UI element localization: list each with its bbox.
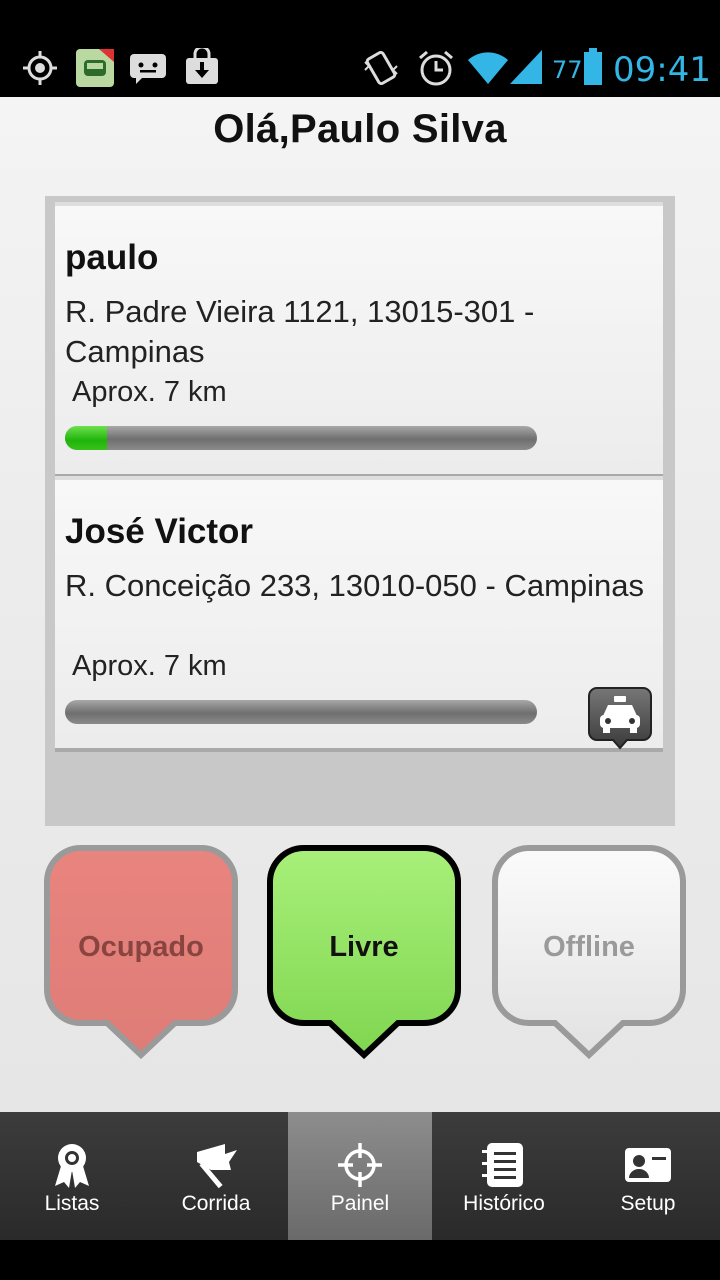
offline-status-label: Offline: [543, 931, 635, 963]
clock: 09:41: [613, 50, 711, 90]
nav-label: Setup: [620, 1192, 676, 1215]
free-status-button[interactable]: Livre: [266, 843, 462, 1061]
nav-item-historico[interactable]: Histórico: [432, 1112, 576, 1240]
flag-icon: [197, 1144, 237, 1189]
battery-icon: [584, 48, 602, 85]
status-bar: 77 09:41: [0, 0, 720, 97]
distance-label: Aprox. 7 km: [72, 650, 227, 682]
crosshair-icon: [338, 1143, 382, 1187]
distance-label: Aprox. 7 km: [72, 376, 227, 408]
nav-item-setup[interactable]: Setup: [576, 1112, 720, 1240]
award-icon: [55, 1144, 89, 1188]
passenger-address: R. Conceição 233, 13010-050 - Campinas: [65, 568, 645, 603]
passenger-name: José Victor: [65, 512, 254, 551]
ride-request-item[interactable]: José Victor R. Conceição 233, 13010-050 …: [55, 476, 663, 752]
download-bag-icon: [186, 48, 218, 84]
nav-label: Histórico: [463, 1192, 545, 1215]
alarm-icon: [419, 50, 453, 86]
greeting-title: Olá,Paulo Silva: [213, 107, 507, 151]
nav-item-painel[interactable]: Painel: [288, 1112, 432, 1240]
nav-label: Listas: [44, 1192, 100, 1215]
nav-item-corrida[interactable]: Corrida: [144, 1112, 288, 1240]
progress-bar-fill: [65, 426, 108, 450]
nav-item-listas[interactable]: Listas: [0, 1112, 144, 1240]
offline-status-button[interactable]: Offline: [491, 843, 687, 1061]
busy-status-button[interactable]: Ocupado: [43, 843, 239, 1061]
vibrate-icon: [364, 50, 398, 86]
signal-icon: [510, 50, 542, 84]
battery-level: 77: [552, 56, 583, 84]
gps-icon: [23, 51, 57, 85]
taxi-icon[interactable]: [587, 686, 653, 752]
contact-card-icon: [625, 1148, 671, 1182]
ride-request-item[interactable]: paulo R. Padre Vieira 1121, 13015-301 - …: [55, 202, 663, 478]
nav-label: Painel: [330, 1192, 390, 1215]
wifi-icon: [468, 52, 508, 84]
progress-bar: [65, 426, 537, 450]
ride-request-list[interactable]: paulo R. Padre Vieira 1121, 13015-301 - …: [45, 196, 675, 826]
passenger-name: paulo: [65, 238, 159, 277]
nav-label: Corrida: [181, 1192, 251, 1215]
bottom-navigation: Listas Corrida Painel Histórico Setup: [0, 1112, 720, 1240]
free-status-label: Livre: [329, 931, 399, 963]
progress-bar: [65, 700, 537, 724]
busy-status-label: Ocupado: [78, 931, 204, 963]
dashboard-screen: Olá,Paulo Silva paulo R. Padre Vieira 11…: [0, 97, 720, 1112]
system-bar: [0, 1240, 720, 1280]
taxi-app-icon: [76, 49, 114, 87]
notebook-icon: [482, 1143, 523, 1187]
message-icon: [130, 54, 166, 84]
passenger-address: R. Padre Vieira 1121, 13015-301 - Campin…: [65, 294, 535, 369]
